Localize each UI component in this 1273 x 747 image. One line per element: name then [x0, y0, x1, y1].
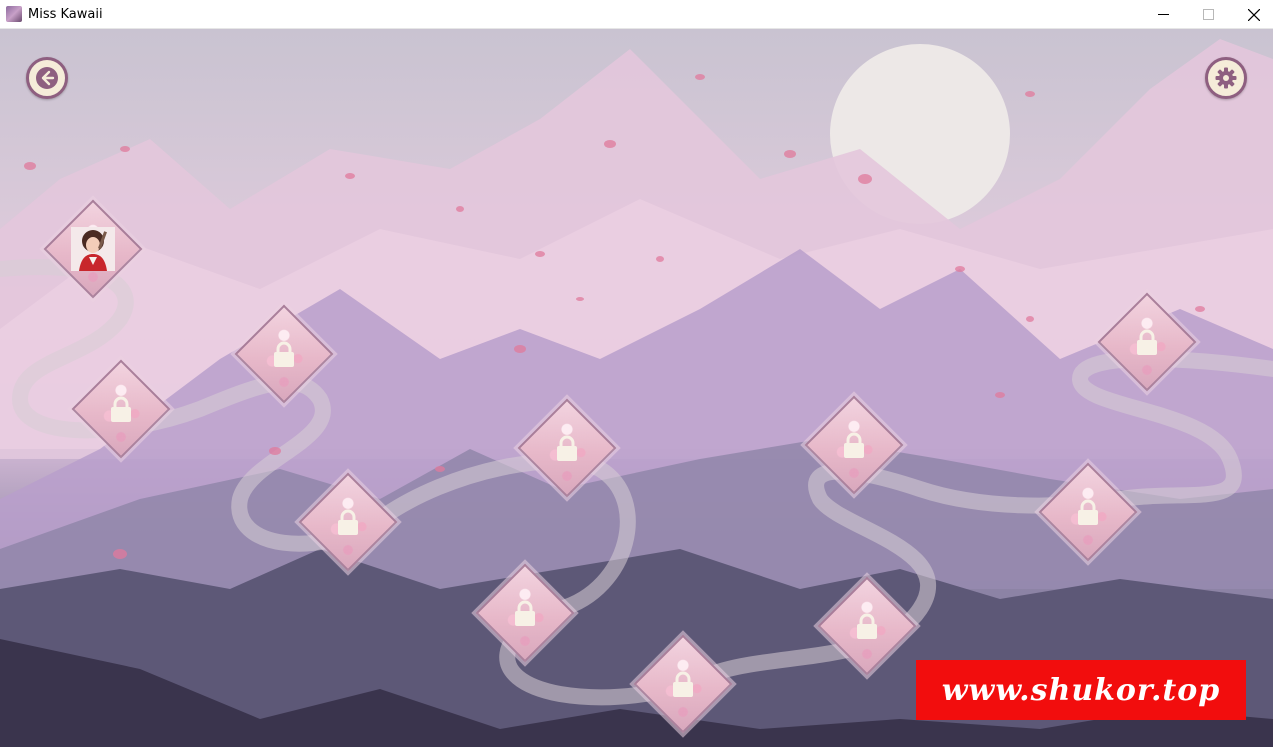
level-node-1[interactable]: [39, 195, 147, 303]
level-node-3[interactable]: [230, 300, 338, 408]
level-node-7[interactable]: [629, 630, 737, 738]
lock-icon: [1078, 499, 1098, 525]
lock-icon: [515, 600, 535, 626]
lock-icon: [557, 435, 577, 461]
maximize-button[interactable]: [1185, 0, 1231, 29]
app-icon: [6, 6, 22, 22]
close-icon: [1248, 8, 1260, 21]
level-node-11[interactable]: [1093, 288, 1201, 396]
level-node-4[interactable]: [294, 468, 402, 576]
lock-icon: [274, 341, 294, 367]
title-bar[interactable]: Miss Kawaii: [0, 0, 1273, 29]
close-button[interactable]: [1231, 0, 1273, 29]
app-window: Miss Kawaii www.shukor.top: [0, 0, 1273, 747]
gear-icon: [1215, 67, 1237, 89]
lock-icon: [673, 671, 693, 697]
level-node-2[interactable]: [67, 355, 175, 463]
watermark-banner: www.shukor.top: [916, 660, 1246, 720]
lock-icon: [111, 396, 131, 422]
back-button[interactable]: [26, 57, 68, 99]
level-node-6[interactable]: [471, 559, 579, 667]
level-node-9[interactable]: [813, 572, 921, 680]
arrow-left-icon: [36, 67, 58, 89]
level-map: www.shukor.top: [0, 29, 1273, 747]
watermark-text: www.shukor.top: [941, 672, 1221, 708]
level-node-10[interactable]: [1034, 458, 1142, 566]
minimize-icon: [1157, 14, 1169, 15]
lock-icon: [844, 432, 864, 458]
minimize-button[interactable]: [1140, 0, 1186, 29]
lock-icon: [1137, 329, 1157, 355]
lock-icon: [857, 613, 877, 639]
lock-icon: [338, 509, 358, 535]
maximize-icon: [1202, 9, 1214, 20]
character-portrait: [71, 227, 115, 271]
level-node-8[interactable]: [800, 391, 908, 499]
level-node-5[interactable]: [513, 394, 621, 502]
settings-button[interactable]: [1205, 57, 1247, 99]
window-title: Miss Kawaii: [28, 6, 103, 22]
